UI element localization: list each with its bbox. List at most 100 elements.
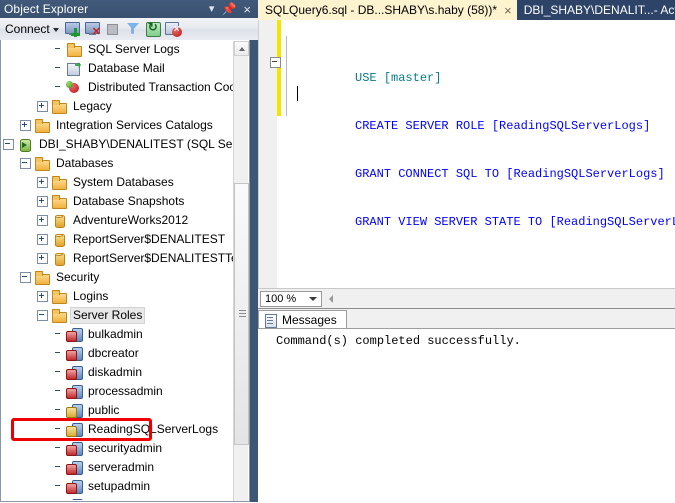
folder-icon [51, 194, 67, 209]
tree-item-adventureworks2012[interactable]: AdventureWorks2012 [1, 211, 235, 230]
tree-item-legacy[interactable]: Legacy [1, 97, 235, 116]
tree-item-readingsqlserverlogs[interactable]: ReadingSQLServerLogs [1, 420, 235, 439]
tree-item-distributed-transaction-coord[interactable]: Distributed Transaction Coord [1, 78, 235, 97]
tree-spacer [54, 463, 63, 472]
server-icon [17, 137, 33, 152]
message-text: Command(s) completed successfully. [276, 334, 521, 348]
tree-item-label: securityadmin [88, 441, 163, 455]
zoom-level-combobox[interactable]: 100 % [260, 291, 322, 307]
tree-item-logins[interactable]: Logins [1, 287, 235, 306]
sql-editor[interactable]: USE [master] CREATE SERVER ROLE [Reading… [258, 20, 675, 288]
tab-close-icon[interactable]: × [504, 4, 512, 17]
disconnect-object-explorer-icon[interactable]: ✕ [83, 20, 103, 38]
tree-item-label: Legacy [73, 99, 112, 113]
connect-object-explorer-icon[interactable] [63, 20, 83, 38]
document-tab-label: DBI_SHABY\DENALIT...- Activit [523, 3, 675, 17]
tree-item-processadmin[interactable]: processadmin [1, 382, 235, 401]
close-icon[interactable]: × [243, 3, 251, 16]
object-explorer-toolbar: Connect ✕ [0, 18, 258, 41]
tree-item-label: ReadingSQLServerLogs [88, 422, 219, 436]
tree-item-databases[interactable]: Databases [1, 154, 235, 173]
zoom-level-value: 100 % [265, 293, 297, 305]
tree-item-integration-services-catalogs[interactable]: Integration Services Catalogs [1, 116, 235, 135]
collapse-minus-icon[interactable] [20, 158, 31, 169]
code-line-2-text: CREATE SERVER ROLE [ReadingSQLServerLogs… [355, 119, 651, 133]
document-tabstrip: SQLQuery6.sql - DB...SHABY\s.haby (58))*… [258, 0, 675, 20]
tree-item-system-databases[interactable]: System Databases [1, 173, 235, 192]
code-line-4: GRANT VIEW SERVER STATE TO [ReadingSQLSe… [283, 198, 675, 229]
expand-plus-icon[interactable] [20, 120, 31, 131]
role-public-icon [66, 403, 83, 418]
tree-item-public[interactable]: public [1, 401, 235, 420]
role-icon [66, 384, 83, 399]
refresh-icon[interactable] [143, 20, 163, 38]
scroll-up-arrow-icon[interactable] [234, 41, 249, 56]
code-line-3-text: GRANT CONNECT SQL TO [ReadingSQLServerLo… [355, 167, 665, 181]
connect-dropdown-button[interactable]: Connect [0, 21, 63, 37]
tree-item-serveradmin[interactable]: serveradmin [1, 458, 235, 477]
tree-item-reportserver-denalitesttem[interactable]: ReportServer$DENALITESTTem [1, 249, 235, 268]
expand-plus-icon[interactable] [37, 215, 48, 226]
expand-plus-icon[interactable] [37, 177, 48, 188]
tree-vertical-scrollbar[interactable] [233, 41, 249, 501]
dtc-icon [66, 80, 82, 95]
mail-icon [66, 61, 82, 76]
tree-spacer [54, 482, 63, 491]
folder-icon [51, 308, 67, 323]
chevron-down-icon [52, 28, 59, 32]
role-icon [66, 479, 83, 494]
editor-code[interactable]: USE [master] CREATE SERVER ROLE [Reading… [270, 22, 675, 246]
tree-item-label: serveradmin [88, 460, 155, 474]
tab-messages[interactable]: Messages [258, 310, 347, 329]
tree-item-server-roles[interactable]: Server Roles [1, 306, 235, 325]
folder-icon [66, 42, 82, 57]
tree-item-label: DBI_SHABY\DENALITEST (SQL Server [39, 137, 235, 151]
expand-plus-icon[interactable] [37, 196, 48, 207]
scrollbar-thumb[interactable] [234, 183, 249, 445]
tree-item-label: setupadmin [88, 479, 151, 493]
remove-report-icon[interactable] [163, 20, 183, 38]
tree-spacer [54, 64, 63, 73]
collapse-minus-icon[interactable] [270, 57, 281, 68]
expand-plus-icon[interactable] [37, 253, 48, 264]
expand-plus-icon[interactable] [37, 101, 48, 112]
tree-item-setupadmin[interactable]: setupadmin [1, 477, 235, 496]
tree-item-database-snapshots[interactable]: Database Snapshots [1, 192, 235, 211]
tree-item-diskadmin[interactable]: diskadmin [1, 363, 235, 382]
tree-item-security[interactable]: Security [1, 268, 235, 287]
stop-icon[interactable] [103, 20, 123, 38]
tree-item-bulkadmin[interactable]: bulkadmin [1, 325, 235, 344]
document-tab-1[interactable]: SQLQuery6.sql - DB...SHABY\s.haby (58))*… [258, 0, 517, 20]
filter-icon[interactable] [123, 20, 143, 38]
results-body[interactable]: Command(s) completed successfully. [258, 328, 675, 503]
object-explorer-titlebar: Object Explorer ▾ 📌 × [0, 0, 258, 18]
tree-item-securityadmin[interactable]: securityadmin [1, 439, 235, 458]
folder-icon [51, 99, 67, 114]
window-dropdown-icon[interactable]: ▾ [209, 3, 215, 15]
tree-spacer [54, 425, 63, 434]
collapse-minus-icon[interactable] [3, 139, 14, 150]
tree-item-label: Security [56, 270, 100, 284]
tree-item-dbcreator[interactable]: dbcreator [1, 344, 235, 363]
role-public-icon [66, 422, 83, 437]
tree-item-reportserver-denalitest[interactable]: ReportServer$DENALITEST [1, 230, 235, 249]
code-line-1-text: USE [master] [355, 71, 442, 85]
editor-change-bar [277, 20, 281, 116]
tree-item-label: Database Mail [88, 61, 165, 75]
collapse-minus-icon[interactable] [37, 310, 48, 321]
tree-item-database-mail[interactable]: Database Mail [1, 59, 235, 78]
expand-plus-icon[interactable] [37, 291, 48, 302]
tree-item-sysadmin[interactable]: sysadmin [1, 496, 235, 500]
document-tab-2[interactable]: DBI_SHABY\DENALIT...- Activit [516, 0, 675, 20]
code-line-1: USE [master] [270, 54, 675, 85]
auto-hide-pin-icon[interactable]: 📌 [221, 3, 236, 15]
object-explorer-tree[interactable]: SQL Server Logs Database Mail Distributed … [1, 40, 235, 500]
role-icon [66, 327, 83, 342]
role-icon [66, 460, 83, 475]
expand-plus-icon[interactable] [37, 234, 48, 245]
tree-item-sql-server-logs[interactable]: SQL Server Logs [1, 40, 235, 59]
collapse-minus-icon[interactable] [20, 272, 31, 283]
tree-item-dbi-shaby-denalitest-sql-server[interactable]: DBI_SHABY\DENALITEST (SQL Server [1, 135, 235, 154]
tree-item-label: processadmin [88, 384, 163, 398]
splitter-arrow-icon[interactable] [329, 295, 333, 303]
